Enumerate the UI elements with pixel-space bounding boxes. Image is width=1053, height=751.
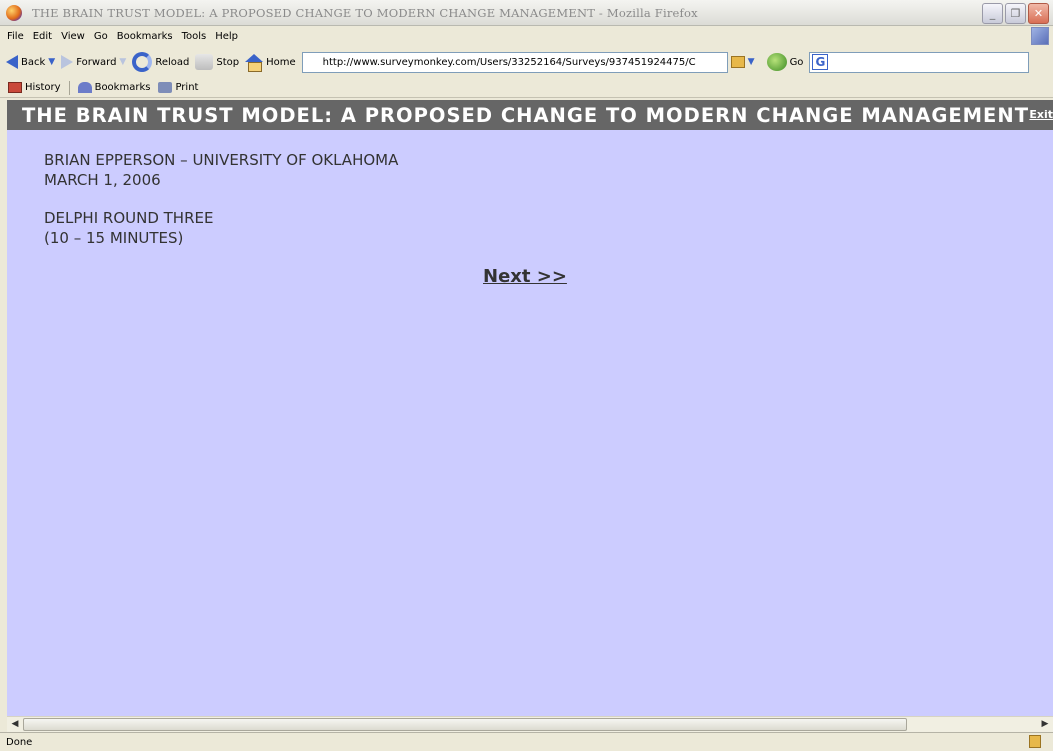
home-button[interactable]: Home [245, 54, 296, 72]
bookmarks-button[interactable]: Bookmarks [77, 82, 151, 93]
survey-title: THE BRAIN TRUST MODEL: A PROPOSED CHANGE… [22, 103, 1029, 127]
horizontal-scrollbar[interactable]: ◀ ▶ [7, 716, 1053, 732]
author-line: BRIAN EPPERSON – UNIVERSITY OF OKLAHOMA [44, 151, 399, 169]
status-bar: Done [0, 732, 1053, 751]
exit-link[interactable]: Exit [1029, 108, 1053, 121]
menu-edit[interactable]: Edit [33, 31, 52, 42]
menu-help[interactable]: Help [215, 31, 238, 42]
menu-file[interactable]: File [7, 31, 24, 42]
title-bar: THE BRAIN TRUST MODEL: A PROPOSED CHANGE… [0, 0, 1053, 26]
search-field[interactable]: G [809, 51, 1030, 73]
url-text: http://www.surveymonkey.com/Users/332521… [322, 56, 696, 68]
stop-icon [195, 54, 214, 70]
menu-tools[interactable]: Tools [182, 31, 207, 42]
restore-icon[interactable]: ❐ [1005, 3, 1026, 24]
page-content: THE BRAIN TRUST MODEL: A PROPOSED CHANGE… [7, 100, 1053, 716]
scrollbar-thumb[interactable] [23, 718, 907, 731]
google-icon: G [812, 54, 829, 70]
go-label: Go [789, 56, 804, 68]
window-title: THE BRAIN TRUST MODEL: A PROPOSED CHANGE… [32, 5, 698, 20]
print-button[interactable]: Print [158, 82, 198, 93]
bookmarks-toolbar: History Bookmarks Print [0, 78, 1053, 98]
toolbar-separator [68, 80, 70, 95]
forward-dropdown-icon[interactable]: ▼ [119, 57, 126, 67]
firefox-icon [6, 4, 22, 21]
history-icon [8, 82, 22, 93]
navigation-toolbar: Back ▼ Forward ▼ Reload Stop Home http:/… [0, 46, 1053, 78]
next-link[interactable]: Next >> [483, 266, 567, 287]
close-icon[interactable]: ✕ [1028, 3, 1049, 24]
minimize-icon[interactable]: _ [982, 3, 1003, 24]
status-text: Done [6, 736, 33, 748]
stop-label: Stop [216, 56, 240, 68]
security-lock-icon[interactable] [1029, 735, 1041, 748]
reload-icon [132, 52, 153, 72]
bookmarks-icon [77, 82, 92, 93]
menu-go[interactable]: Go [94, 31, 108, 42]
url-field[interactable]: http://www.surveymonkey.com/Users/332521… [301, 51, 728, 73]
back-dropdown-icon[interactable]: ▼ [48, 57, 55, 67]
menu-bookmarks[interactable]: Bookmarks [117, 31, 173, 42]
reload-button[interactable]: Reload [132, 52, 189, 72]
scroll-right-icon[interactable]: ▶ [1037, 717, 1053, 732]
print-icon [158, 82, 173, 93]
scroll-left-icon[interactable]: ◀ [7, 717, 23, 732]
lock-icon[interactable] [730, 56, 745, 68]
home-icon [245, 54, 264, 72]
browser-window: THE BRAIN TRUST MODEL: A PROPOSED CHANGE… [0, 0, 1053, 751]
go-icon [766, 53, 787, 71]
home-label: Home [266, 56, 296, 68]
menu-bar: File Edit View Go Bookmarks Tools Help [0, 26, 1053, 46]
date-line: MARCH 1, 2006 [44, 171, 161, 189]
menu-view[interactable]: View [61, 31, 85, 42]
round-line: DELPHI ROUND THREE [44, 209, 214, 227]
caption-buttons: _ ❐ ✕ [982, 3, 1049, 24]
back-arrow-icon [6, 55, 18, 69]
print-label: Print [175, 82, 199, 93]
forward-arrow-icon [61, 55, 74, 69]
forward-button[interactable]: Forward ▼ [61, 55, 126, 69]
back-button[interactable]: Back ▼ [6, 55, 55, 69]
history-button[interactable]: History [8, 82, 61, 93]
forward-label: Forward [76, 56, 117, 68]
bookmarks-label: Bookmarks [94, 82, 151, 93]
survey-banner: THE BRAIN TRUST MODEL: A PROPOSED CHANGE… [7, 100, 1053, 130]
throbber-icon [1031, 27, 1049, 45]
history-label: History [25, 82, 61, 93]
reload-label: Reload [155, 56, 190, 68]
stop-button[interactable]: Stop [195, 54, 239, 70]
go-button[interactable]: Go [761, 53, 804, 71]
back-label: Back [21, 56, 46, 68]
duration-line: (10 – 15 MINUTES) [44, 229, 184, 247]
url-dropdown-icon[interactable]: ▼ [748, 57, 755, 67]
